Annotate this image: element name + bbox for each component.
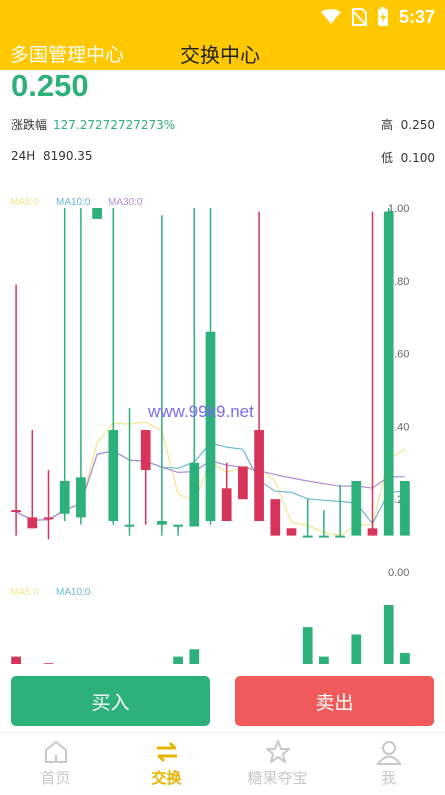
app-title-left[interactable]: 多国管理中心: [10, 40, 124, 67]
candle-body: [189, 462, 200, 527]
sell-button[interactable]: 卖出: [235, 676, 434, 726]
volume-bar: [11, 656, 21, 664]
candle-body: [221, 488, 232, 522]
no-sim-icon: [351, 8, 367, 26]
low-label: 低: [380, 151, 393, 165]
page-title: 交换中心: [180, 43, 260, 67]
status-icons: 5:37: [320, 4, 435, 30]
high-row: 高 0.250: [381, 116, 435, 133]
high-value: 0.250: [400, 118, 435, 132]
wifi-icon: [320, 9, 341, 24]
candle-body: [254, 430, 264, 522]
candle-body: [92, 208, 102, 219]
candle-body: [59, 481, 70, 514]
candle-body: [238, 466, 248, 500]
volume-value: 8190.35: [42, 149, 93, 163]
candle-body: [319, 535, 329, 538]
status-time: 5:37: [398, 6, 435, 27]
tab-exchange[interactable]: 交换: [111, 739, 222, 788]
watermark-text: www.99k9.net: [147, 402, 254, 421]
high-label: 高: [380, 118, 393, 132]
candle-body: [367, 528, 378, 536]
exchange-icon: [156, 741, 177, 763]
volume-row: 24H 8190.35: [11, 149, 93, 163]
bottom-tab-bar: 首页 交换 糖果夺宝 我: [0, 732, 445, 795]
candle-body: [108, 430, 119, 522]
buy-button[interactable]: 买入: [11, 676, 210, 726]
volume-bar: [351, 634, 362, 664]
tab-me[interactable]: 我: [333, 739, 444, 788]
ma-legend: MA30:0: [108, 197, 143, 208]
candle-body: [351, 481, 362, 536]
tab-label: 交换: [151, 769, 182, 787]
volume-label: 24H: [11, 149, 36, 163]
candle-body: [43, 517, 54, 520]
volume-bar: [302, 627, 313, 664]
candle-body: [286, 528, 297, 536]
home-icon: [44, 740, 67, 763]
candle-body: [302, 535, 313, 538]
volume-bar: [189, 649, 200, 664]
low-value: 0.100: [400, 151, 435, 165]
change-value: 127.27272727273%: [53, 118, 176, 132]
candle-body: [124, 524, 135, 527]
candle-body: [11, 510, 21, 513]
ma-legend: MA10:0: [56, 197, 91, 208]
person-icon: [375, 741, 402, 765]
y-tick-label: 0.00: [388, 567, 409, 579]
volume-bar: [383, 605, 394, 664]
candle-body: [335, 535, 345, 538]
volume-bar: [319, 656, 329, 664]
tab-label: 我: [380, 769, 396, 787]
volume-bar: [43, 663, 54, 664]
change-label: 涨跌幅: [11, 118, 48, 132]
candlestick-chart[interactable]: MA5:0 MA10:0 MA30:0MA5:0 MA10:01.000.800.60…: [0, 180, 445, 670]
tab-home[interactable]: 首页: [0, 739, 111, 788]
volume-legend: MA5:0: [10, 587, 39, 598]
change-row: 涨跌幅 127.27272727273%: [11, 116, 175, 133]
candle-body: [173, 524, 183, 527]
status-bar: 5:37: [0, 0, 445, 34]
candle-body: [140, 430, 151, 471]
volume-legend: MA10:0: [56, 587, 91, 598]
candle-body: [270, 499, 281, 536]
battery-charging-icon: [377, 7, 388, 26]
current-price: 0.250: [11, 68, 89, 103]
candle-body: [383, 211, 394, 536]
tab-label: 首页: [40, 769, 71, 787]
candle-body: [400, 481, 410, 536]
candle-body: [76, 477, 86, 518]
star-icon: [265, 740, 290, 763]
volume-bar: [173, 656, 183, 664]
app-bar: 多国管理中心 交换中心: [0, 34, 445, 70]
ma-legend: MA5:0: [10, 197, 39, 208]
candle-body: [27, 517, 38, 529]
tab-label: 糖果夺宝: [247, 769, 308, 787]
tab-candy[interactable]: 糖果夺宝: [222, 739, 333, 788]
low-row: 低 0.100: [381, 149, 435, 166]
candle-body: [157, 521, 167, 525]
candle-body: [205, 331, 216, 522]
volume-bar: [400, 652, 410, 664]
